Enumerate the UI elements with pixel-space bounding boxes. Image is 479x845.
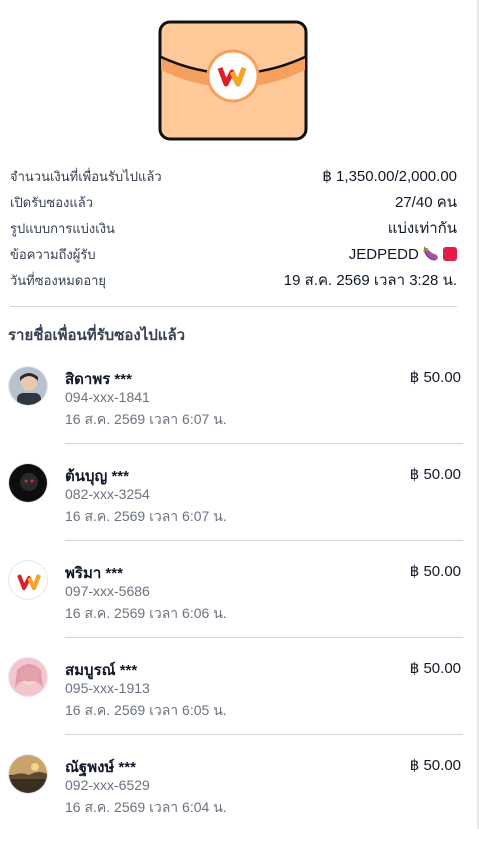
recipients-title: รายชื่อเพื่อนที่รับซองไปแล้ว	[8, 327, 186, 344]
list-item[interactable]: ณัฐพงษ์ *** ฿ 50.00 092-xxx-6529 16 ส.ค.…	[8, 748, 463, 845]
list-item[interactable]: พริมา *** ฿ 50.00 097-xxx-5686 16 ส.ค. 2…	[8, 554, 463, 651]
opened-value: 27/40 คน	[395, 194, 457, 211]
recipient-amount: ฿ 50.00	[409, 369, 461, 386]
recipient-date: 16 ส.ค. 2569 เวลา 6:06 น.	[65, 605, 227, 621]
message-row: ข้อความถึงผู้รับ JEDPEDD 🍆	[10, 241, 457, 267]
recipient-phone: 095-xxx-1913	[65, 680, 150, 696]
expiry-value: 19 ส.ค. 2569 เวลา 3:28 น.	[283, 272, 457, 289]
recipient-phone: 097-xxx-5686	[65, 583, 150, 599]
message-label: ข้อความถึงผู้รับ	[10, 246, 96, 262]
recipient-date: 16 ส.ค. 2569 เวลา 6:05 น.	[65, 702, 227, 718]
recipient-phone: 092-xxx-6529	[65, 777, 150, 793]
amount-row: จำนวนเงินที่เพื่อนรับไปแล้ว ฿ 1,350.00/2…	[10, 163, 457, 189]
recipient-name: สมบูรณ์ ***	[65, 662, 138, 679]
amount-value: ฿ 1,350.00/2,000.00	[322, 168, 457, 185]
amount-label: จำนวนเงินที่เพื่อนรับไปแล้ว	[10, 168, 162, 184]
list-item[interactable]: สิดาพร *** ฿ 50.00 094-xxx-1841 16 ส.ค. …	[8, 360, 463, 457]
expiry-label: วันที่ซองหมดอายุ	[10, 272, 107, 288]
recipient-date: 16 ส.ค. 2569 เวลา 6:04 น.	[65, 799, 227, 815]
red-envelope-emoji-icon	[443, 247, 457, 261]
recipient-amount: ฿ 50.00	[409, 466, 461, 483]
message-value: JEDPEDD	[348, 245, 419, 263]
recipient-name: ต้นบุญ ***	[65, 468, 129, 485]
eggplant-emoji-icon: 🍆	[422, 246, 439, 262]
avatar	[8, 463, 48, 503]
split-row: รูปแบบการแบ่งเงิน แบ่งเท่ากัน	[10, 215, 457, 241]
opened-row: เปิดรับซองแล้ว 27/40 คน	[10, 189, 457, 215]
recipient-date: 16 ส.ค. 2569 เวลา 6:07 น.	[65, 508, 227, 524]
section-divider	[10, 306, 457, 307]
recipient-amount: ฿ 50.00	[409, 757, 461, 774]
expiry-row: วันที่ซองหมดอายุ 19 ส.ค. 2569 เวลา 3:28 …	[10, 267, 457, 293]
item-divider	[65, 443, 463, 444]
list-item[interactable]: ต้นบุญ *** ฿ 50.00 082-xxx-3254 16 ส.ค. …	[8, 457, 463, 554]
item-divider	[65, 734, 463, 735]
split-value: แบ่งเท่ากัน	[387, 220, 457, 237]
avatar	[8, 754, 48, 794]
recipient-list: สิดาพร *** ฿ 50.00 094-xxx-1841 16 ส.ค. …	[8, 360, 463, 845]
recipient-amount: ฿ 50.00	[409, 563, 461, 580]
recipient-phone: 094-xxx-1841	[65, 389, 150, 405]
recipient-phone: 082-xxx-3254	[65, 486, 150, 502]
split-label: รูปแบบการแบ่งเงิน	[10, 220, 115, 236]
item-divider	[65, 540, 463, 541]
recipient-date: 16 ส.ค. 2569 เวลา 6:07 น.	[65, 411, 227, 427]
recipient-name: พริมา ***	[65, 565, 123, 582]
avatar	[8, 366, 48, 406]
avatar	[8, 560, 48, 600]
recipient-name: สิดาพร ***	[65, 371, 132, 388]
avatar	[8, 657, 48, 697]
recipient-amount: ฿ 50.00	[409, 660, 461, 677]
message-value-wrap: JEDPEDD 🍆	[349, 246, 457, 263]
summary-info: จำนวนเงินที่เพื่อนรับไปแล้ว ฿ 1,350.00/2…	[10, 163, 457, 293]
envelope-illustration	[158, 20, 308, 141]
list-item[interactable]: สมบูรณ์ *** ฿ 50.00 095-xxx-1913 16 ส.ค.…	[8, 651, 463, 748]
item-divider	[65, 637, 463, 638]
opened-label: เปิดรับซองแล้ว	[10, 194, 93, 210]
recipient-name: ณัฐพงษ์ ***	[65, 759, 136, 776]
